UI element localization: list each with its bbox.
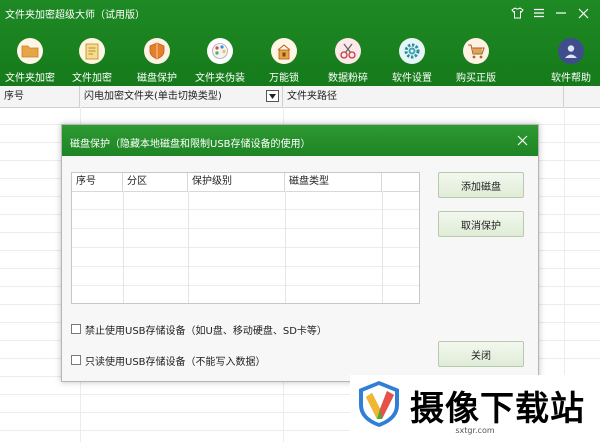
scissors-icon [335,38,361,64]
disable-usb-checkbox-row[interactable]: 禁止使用USB存储设备（如U盘、移动硬盘、SD卡等） [71,322,327,337]
watermark-url: sxtgr.com [455,426,495,435]
dialog-close-icon[interactable] [514,132,530,148]
toolbar-label: 购买正版 [456,73,496,84]
gear-icon [399,38,425,64]
cart-icon [463,38,489,64]
table-row[interactable] [72,191,419,210]
table-row[interactable] [72,267,419,286]
close-dialog-button[interactable]: 关闭 [438,341,524,367]
disk-protect-dialog: 磁盘保护（隐藏本地磁盘和限制USB存储设备的使用） 序号 分区 保护级别 磁盘类… [61,124,539,382]
skin-icon[interactable] [506,3,528,23]
toolbar-folder-encrypt[interactable]: 文件夹加密 [0,38,60,84]
cancel-protect-button[interactable]: 取消保护 [438,211,524,237]
watermark: 摄像下载站 sxtgr.com [350,375,600,442]
window-controls [506,3,594,23]
column-header-protect-level[interactable]: 保护级别 [188,173,285,191]
readonly-usb-checkbox-row[interactable]: 只读使用USB存储设备（不能写入数据） [71,353,266,368]
main-toolbar: 文件夹加密 文件加密 磁盘保护 文件夹伪装 万能锁 数据粉碎 软件设置 购买正版… [0,38,600,86]
readonly-usb-label: 只读使用USB存储设备（不能写入数据） [85,356,266,368]
toolbar-label: 文件夹伪装 [195,73,245,84]
table-row[interactable] [72,248,419,267]
watermark-logo-icon [359,381,399,427]
minimize-icon[interactable] [550,3,572,23]
palette-icon [207,38,233,64]
divider [188,191,189,303]
column-header-index[interactable]: 序号 [0,86,80,107]
column-header-index[interactable]: 序号 [72,173,123,191]
column-header-path[interactable]: 文件夹路径 [283,86,564,107]
toolbar-label: 数据粉碎 [328,73,368,84]
dialog-title-bar[interactable]: 磁盘保护（隐藏本地磁盘和限制USB存储设备的使用） [62,125,538,156]
document-icon [79,38,105,64]
disable-usb-checkbox[interactable] [71,324,81,334]
folder-list-header: 序号 闪电加密文件夹(单击切换类型) 文件夹路径 [0,86,600,108]
toolbar-folder-disguise[interactable]: 文件夹伪装 [190,38,250,84]
toolbar-help[interactable]: 软件帮助 [541,38,600,84]
toolbar-file-encrypt[interactable]: 文件加密 [62,38,122,84]
divider [382,191,383,303]
readonly-usb-checkbox[interactable] [71,355,81,365]
close-icon[interactable] [572,3,594,23]
toolbar-label: 软件帮助 [551,73,591,84]
menu-icon[interactable] [528,3,550,23]
add-disk-button[interactable]: 添加磁盘 [438,172,524,198]
dropdown-arrow-icon[interactable] [266,90,279,102]
app-title: 文件夹加密超级大师（试用版） [5,10,145,21]
toolbar-buy[interactable]: 购买正版 [446,38,506,84]
toolbar-label: 万能锁 [269,73,299,84]
toolbar-disk-protect[interactable]: 磁盘保护 [127,38,187,84]
toolbar-settings[interactable]: 软件设置 [382,38,442,84]
column-header-folder-type[interactable]: 闪电加密文件夹(单击切换类型) [80,86,283,107]
column-header-partition[interactable]: 分区 [123,173,188,191]
help-user-icon [558,38,584,64]
shield-icon [144,38,170,64]
toolbar-universal-lock[interactable]: 万能锁 [254,38,314,84]
toolbar-label: 文件加密 [72,73,112,84]
toolbar-data-shred[interactable]: 数据粉碎 [318,38,378,84]
toolbar-label: 文件夹加密 [5,73,55,84]
folder-icon [17,38,43,64]
divider [285,191,286,303]
column-header-disk-type[interactable]: 磁盘类型 [285,173,382,191]
dialog-title: 磁盘保护（隐藏本地磁盘和限制USB存储设备的使用） [70,139,311,150]
table-row[interactable] [72,229,419,248]
lock-icon [271,38,297,64]
table-row[interactable] [72,210,419,229]
disable-usb-label: 禁止使用USB存储设备（如U盘、移动硬盘、SD卡等） [85,325,327,337]
disk-table[interactable]: 序号 分区 保护级别 磁盘类型 [71,172,420,304]
toolbar-label: 磁盘保护 [137,73,177,84]
watermark-text: 摄像下载站 [410,389,585,429]
disk-table-header: 序号 分区 保护级别 磁盘类型 [72,173,419,192]
title-bar: 文件夹加密超级大师（试用版） 文件夹加密 文件加密 磁盘保护 文件夹伪装 万能锁… [0,0,600,86]
divider [123,191,124,303]
toolbar-label: 软件设置 [392,73,432,84]
